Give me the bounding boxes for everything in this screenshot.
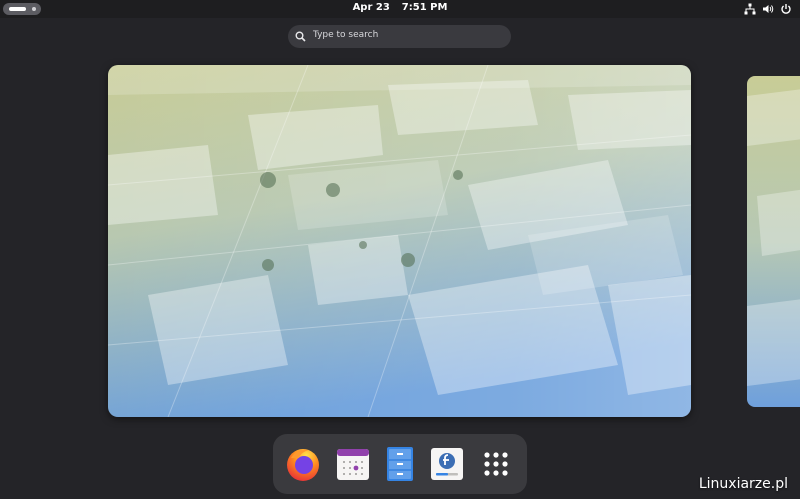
- wallpaper-image: [108, 65, 691, 417]
- search-field[interactable]: Type to search: [288, 25, 511, 48]
- dash: [273, 434, 527, 494]
- files-icon: [387, 447, 413, 481]
- dash-item-files[interactable]: [380, 444, 420, 484]
- calendar-icon: [337, 449, 369, 480]
- dash-item-software[interactable]: [427, 444, 467, 484]
- software-icon: [431, 448, 463, 480]
- top-bar: Apr 23 7:51 PM: [0, 0, 800, 18]
- network-icon[interactable]: [744, 3, 756, 15]
- workspace-indicator-dot: [32, 7, 36, 11]
- date-label[interactable]: Apr 23: [353, 2, 390, 13]
- power-icon[interactable]: [780, 3, 792, 15]
- workspace-indicator-active: [9, 7, 26, 11]
- workspace-thumbnail-current[interactable]: [108, 65, 691, 417]
- system-tray[interactable]: [744, 3, 792, 15]
- app-grid-icon: [484, 452, 508, 476]
- clock: Apr 23 7:51 PM: [0, 2, 800, 13]
- dash-item-calendar[interactable]: [333, 444, 373, 484]
- time-label[interactable]: 7:51 PM: [402, 2, 448, 13]
- search-icon: [295, 31, 306, 42]
- workspace-thumbnail-next[interactable]: [747, 76, 800, 407]
- dash-item-firefox[interactable]: [283, 444, 323, 484]
- watermark: Linuxiarze.pl: [698, 476, 788, 492]
- search-placeholder: Type to search: [313, 30, 379, 40]
- wallpaper-image-next: [747, 76, 800, 407]
- activities-button[interactable]: [3, 3, 41, 15]
- volume-icon[interactable]: [762, 3, 774, 15]
- show-applications-button[interactable]: [476, 444, 516, 484]
- firefox-icon: [287, 449, 319, 481]
